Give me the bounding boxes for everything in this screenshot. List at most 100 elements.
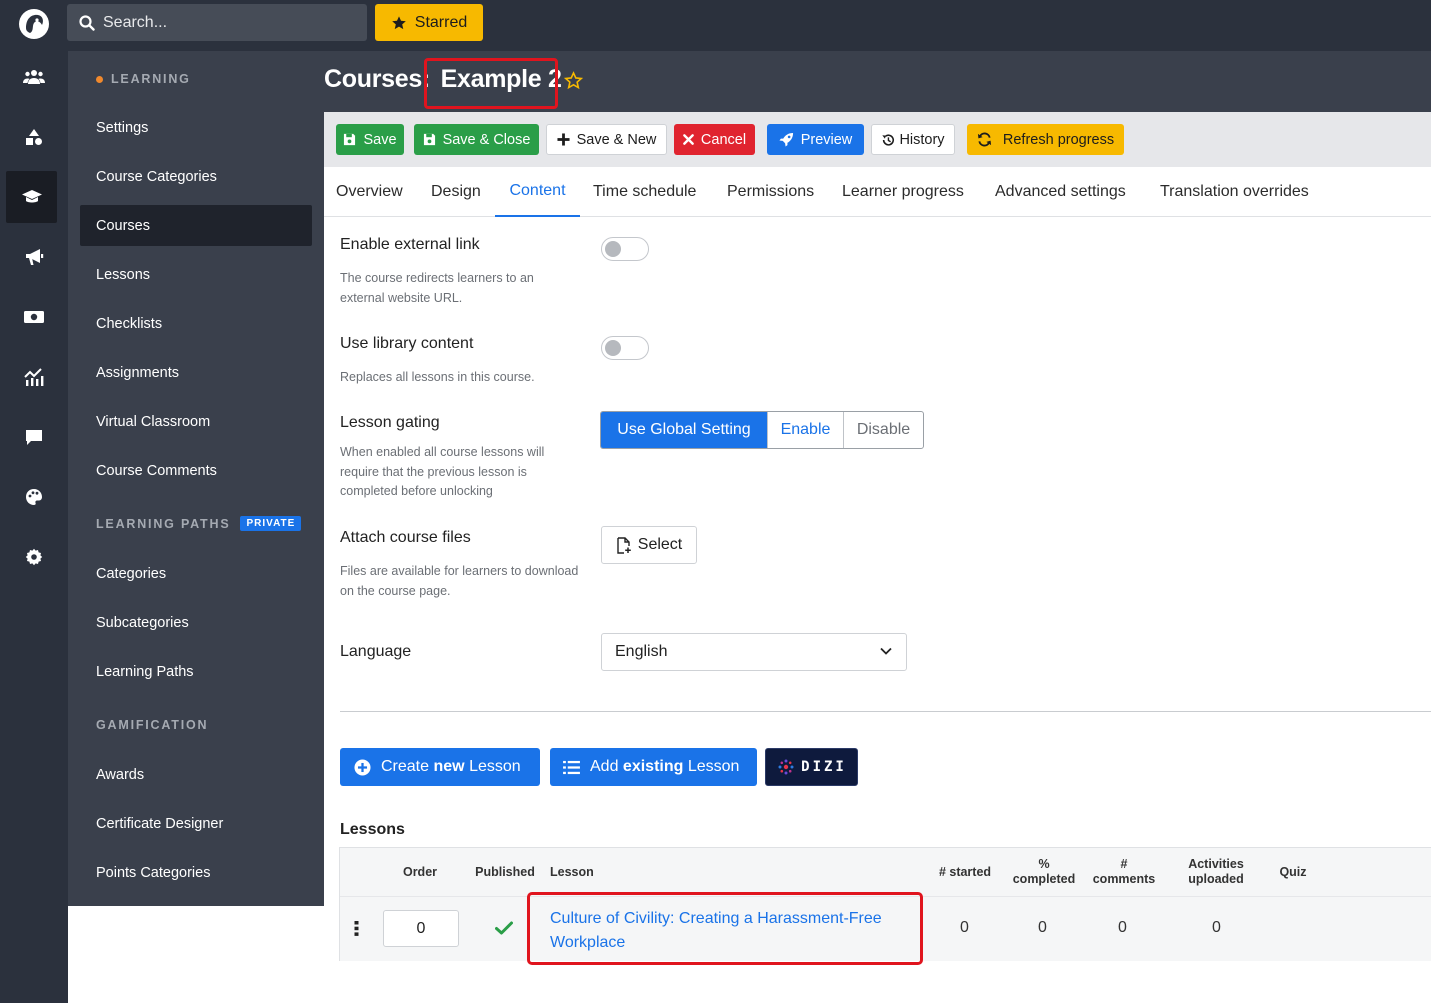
column-header-quiz[interactable]: Quiz — [1268, 865, 1318, 880]
tab-content[interactable]: Content — [495, 167, 580, 217]
library-content-toggle[interactable] — [601, 336, 649, 360]
starred-button[interactable]: Starred — [375, 4, 483, 41]
tab-label: Advanced settings — [995, 183, 1126, 200]
sidebar-item-label: Learning Paths — [96, 663, 194, 680]
gating-option-enable[interactable]: Enable — [767, 412, 843, 448]
sidebar-item-label: Subcategories — [96, 614, 189, 631]
tab-bar: Overview Design Content Time schedule Pe… — [324, 167, 1431, 217]
sidebar-item-label: Course Categories — [96, 168, 217, 185]
sidebar-item-assignments[interactable]: Assignments — [80, 352, 312, 393]
palette-icon[interactable] — [0, 471, 68, 523]
sidebar-item-settings[interactable]: Settings — [80, 107, 312, 148]
chat-icon[interactable] — [0, 411, 68, 463]
tab-design[interactable]: Design — [431, 167, 481, 217]
tab-advanced-settings[interactable]: Advanced settings — [995, 167, 1126, 217]
activities-count: 0 — [1212, 919, 1221, 936]
gating-option-global[interactable]: Use Global Setting — [601, 412, 767, 448]
column-header-lesson[interactable]: Lesson — [550, 865, 600, 880]
sidebar-item-course-categories[interactable]: Course Categories — [80, 156, 312, 197]
sidebar-item-awards[interactable]: Awards — [80, 754, 312, 795]
sidebar-section-learning-paths: LEARNING PATHS PRIVATE — [96, 516, 302, 531]
sidebar-item-virtual-classroom[interactable]: Virtual Classroom — [80, 401, 312, 442]
search-placeholder: Search... — [103, 13, 168, 31]
floppy-disk-icon — [344, 133, 356, 146]
sidebar-item-course-comments[interactable]: Course Comments — [80, 450, 312, 491]
lesson-gating-label: Lesson gating — [340, 414, 440, 431]
column-header-published[interactable]: Published — [470, 865, 540, 880]
sidebar-item-label: Virtual Classroom — [96, 413, 211, 430]
gating-option-disable[interactable]: Disable — [843, 412, 923, 448]
tab-label: Content — [509, 182, 566, 199]
column-header-completed[interactable]: % completed — [1008, 857, 1080, 887]
add-existing-lesson-button[interactable]: Add existing Lesson — [550, 748, 757, 786]
analytics-icon[interactable] — [0, 351, 68, 403]
rocket-icon — [779, 132, 793, 147]
save-close-label: Save & Close — [442, 131, 531, 148]
sidebar-item-label: Lessons — [96, 266, 151, 283]
dizi-button[interactable]: DIZI — [765, 748, 858, 786]
column-header-started[interactable]: # started — [930, 865, 1000, 880]
sidebar-item-label: Course Comments — [96, 462, 217, 479]
page-header: Courses: Example 2 — [324, 51, 1431, 112]
drag-handle-icon[interactable] — [354, 921, 359, 941]
language-select[interactable]: English — [601, 633, 907, 671]
add-existing-lesson-label: Add existing Lesson — [590, 758, 740, 775]
users-icon[interactable] — [0, 51, 68, 103]
column-header-comments[interactable]: # comments — [1086, 857, 1162, 887]
history-icon — [882, 133, 895, 146]
external-link-label: Enable external link — [340, 236, 480, 253]
save-button[interactable]: Save — [336, 124, 404, 155]
tab-translation-overrides[interactable]: Translation overrides — [1160, 167, 1309, 217]
cancel-button[interactable]: Cancel — [674, 124, 755, 155]
sidebar-item-lessons[interactable]: Lessons — [80, 254, 312, 295]
refresh-progress-button[interactable]: Refresh progress — [967, 124, 1124, 155]
sidebar-item-label: Checklists — [96, 315, 163, 332]
column-header-order[interactable]: Order — [392, 865, 448, 880]
app-logo[interactable] — [16, 6, 52, 42]
order-input[interactable]: 0 — [383, 910, 459, 947]
sidebar-item-label: Settings — [96, 119, 149, 136]
sidebar-item-points-categories[interactable]: Points Categories — [80, 852, 312, 893]
tab-permissions[interactable]: Permissions — [727, 167, 814, 217]
save-new-button[interactable]: Save & New — [546, 124, 667, 155]
external-link-toggle[interactable] — [601, 237, 649, 261]
gear-icon[interactable] — [0, 531, 68, 583]
sidebar-item-categories[interactable]: Categories — [80, 553, 312, 594]
cancel-label: Cancel — [700, 131, 747, 148]
tab-overview[interactable]: Overview — [336, 167, 403, 217]
star-icon — [391, 15, 406, 29]
favorite-star-icon[interactable] — [563, 71, 584, 95]
select-files-button[interactable]: Select — [601, 526, 697, 564]
sidebar-item-label: Points Categories — [96, 864, 211, 881]
save-close-button[interactable]: Save & Close — [414, 124, 539, 155]
tab-time-schedule[interactable]: Time schedule — [593, 167, 696, 217]
plus-circle-icon — [354, 758, 371, 776]
search-input[interactable]: Search... — [67, 4, 367, 41]
sidebar-item-learning-paths[interactable]: Learning Paths — [80, 651, 312, 692]
graduation-cap-icon[interactable] — [6, 171, 57, 223]
external-link-help: The course redirects learners to an exte… — [340, 271, 534, 305]
megaphone-icon[interactable] — [0, 231, 68, 283]
sidebar-item-courses[interactable]: Courses — [80, 205, 312, 246]
history-button[interactable]: History — [871, 124, 955, 155]
shapes-icon[interactable] — [0, 111, 68, 163]
create-new-lesson-button[interactable]: Create new Lesson — [340, 748, 540, 786]
sidebar-item-subcategories[interactable]: Subcategories — [80, 602, 312, 643]
sidebar-section-gamification: GAMIFICATION — [96, 718, 208, 732]
published-check-icon[interactable] — [495, 921, 513, 940]
column-header-activities[interactable]: Activities uploaded — [1176, 857, 1256, 887]
search-icon — [79, 14, 95, 31]
tab-learner-progress[interactable]: Learner progress — [842, 167, 964, 217]
sidebar-item-certificate-designer[interactable]: Certificate Designer — [80, 803, 312, 844]
money-icon[interactable] — [0, 291, 68, 343]
sidebar-item-checklists[interactable]: Checklists — [80, 303, 312, 344]
sidebar-item-label: Assignments — [96, 364, 180, 381]
section-divider — [340, 711, 1431, 712]
highlight-box — [527, 892, 923, 965]
private-badge: PRIVATE — [240, 516, 302, 531]
icon-rail — [0, 51, 68, 1003]
tab-label: Time schedule — [593, 183, 697, 200]
tab-label: Design — [431, 183, 481, 200]
preview-button[interactable]: Preview — [767, 124, 864, 155]
library-content-help: Replaces all lessons in this course. — [340, 370, 535, 384]
